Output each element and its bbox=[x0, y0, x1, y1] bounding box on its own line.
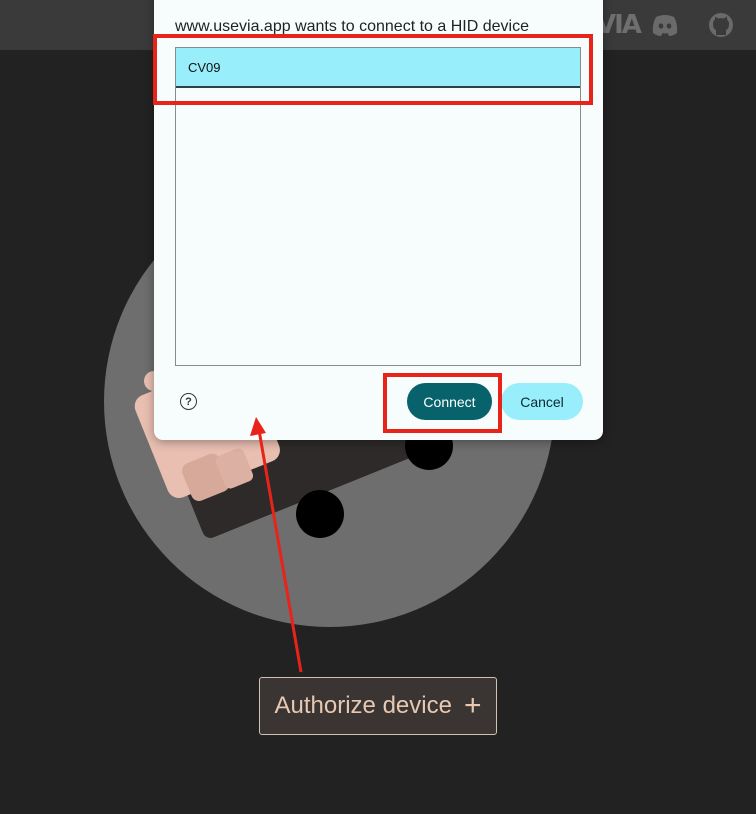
device-item-label: CV09 bbox=[188, 59, 221, 75]
dialog-title: www.usevia.app wants to connect to a HID… bbox=[175, 18, 529, 35]
connect-button[interactable]: Connect bbox=[407, 383, 492, 420]
cancel-button[interactable]: Cancel bbox=[501, 383, 583, 420]
authorize-device-label: Authorize device bbox=[274, 692, 452, 719]
device-list[interactable]: CV09 bbox=[175, 47, 581, 366]
github-icon[interactable] bbox=[706, 11, 736, 39]
authorize-device-button[interactable]: Authorize device + bbox=[259, 677, 497, 735]
device-item-cv09[interactable]: CV09 bbox=[176, 48, 580, 88]
hid-permission-dialog: www.usevia.app wants to connect to a HID… bbox=[154, 0, 603, 440]
help-icon[interactable]: ? bbox=[180, 393, 197, 410]
plus-icon: + bbox=[463, 689, 482, 722]
discord-icon[interactable] bbox=[650, 11, 680, 39]
